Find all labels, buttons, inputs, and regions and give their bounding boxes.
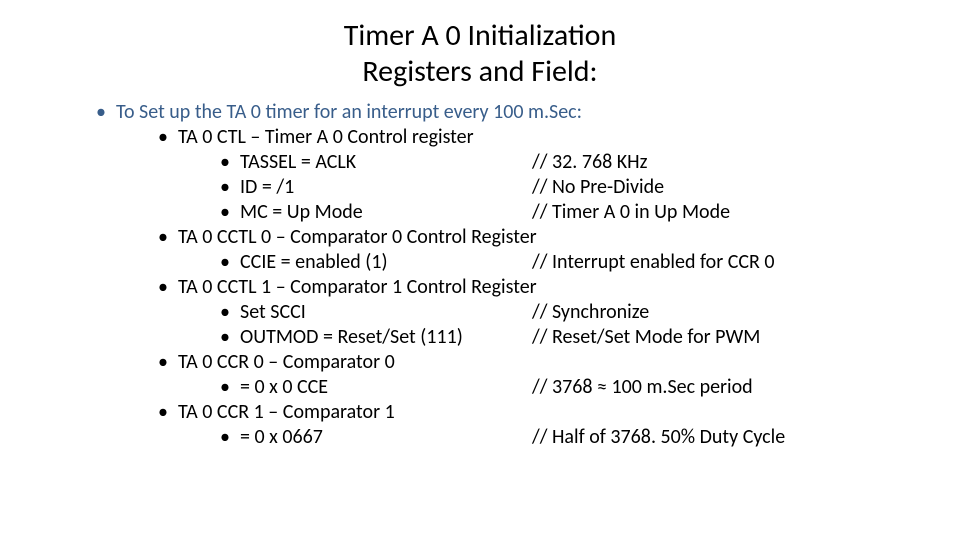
field-comment: // Half of 3768. 50% Duty Cycle bbox=[532, 425, 910, 450]
field-setting: = 0 x 0667 bbox=[240, 425, 532, 450]
field-setting: MC = Up Mode bbox=[240, 200, 532, 225]
field-setting: Set SCCI bbox=[240, 300, 532, 325]
register-item: TA 0 CTL – Timer A 0 Control register TA… bbox=[152, 125, 910, 225]
register-item: TA 0 CCR 1 – Comparator 1 = 0 x 0667 // … bbox=[152, 400, 910, 450]
slide-body: To Set up the TA 0 timer for an interrup… bbox=[0, 96, 960, 450]
register-item: TA 0 CCTL 0 – Comparator 0 Control Regis… bbox=[152, 225, 910, 275]
field-setting: ID = /1 bbox=[240, 175, 532, 200]
register-name: TA 0 CTL – Timer A 0 Control register bbox=[178, 125, 474, 149]
field-setting: = 0 x 0 CCE bbox=[240, 375, 532, 400]
field-comment: // No Pre-Divide bbox=[532, 175, 910, 200]
field-comment: // 3768 ≈ 100 m.Sec period bbox=[532, 375, 910, 400]
field-comment: // Timer A 0 in Up Mode bbox=[532, 200, 910, 225]
bullet-list-level-3: TASSEL = ACLK // 32. 768 KHz ID = /1 // … bbox=[214, 150, 910, 225]
field-comment: // Reset/Set Mode for PWM bbox=[532, 325, 910, 350]
register-name: TA 0 CCR 0 – Comparator 0 bbox=[178, 350, 395, 374]
bullet-list-level-3: CCIE = enabled (1) // Interrupt enabled … bbox=[214, 250, 910, 275]
field-item: = 0 x 0667 // Half of 3768. 50% Duty Cyc… bbox=[214, 425, 910, 450]
register-name: TA 0 CCR 1 – Comparator 1 bbox=[178, 400, 395, 424]
bullet-list-level-1: To Set up the TA 0 timer for an interrup… bbox=[90, 100, 910, 450]
field-item: = 0 x 0 CCE // 3768 ≈ 100 m.Sec period bbox=[214, 375, 910, 400]
title-line-2: Registers and Field: bbox=[0, 54, 960, 90]
bullet-list-level-3: Set SCCI // Synchronize OUTMOD = Reset/S… bbox=[214, 300, 910, 350]
field-comment: // Synchronize bbox=[532, 300, 910, 325]
field-setting: CCIE = enabled (1) bbox=[240, 250, 532, 275]
bullet-list-level-3: = 0 x 0667 // Half of 3768. 50% Duty Cyc… bbox=[214, 425, 910, 450]
field-setting: TASSEL = ACLK bbox=[240, 150, 532, 175]
field-item: ID = /1 // No Pre-Divide bbox=[214, 175, 910, 200]
field-item: CCIE = enabled (1) // Interrupt enabled … bbox=[214, 250, 910, 275]
slide: Timer A 0 Initialization Registers and F… bbox=[0, 0, 960, 540]
field-item: Set SCCI // Synchronize bbox=[214, 300, 910, 325]
field-setting: OUTMOD = Reset/Set (111) bbox=[240, 325, 532, 350]
field-comment: // Interrupt enabled for CCR 0 bbox=[532, 250, 910, 275]
bullet-list-level-2: TA 0 CTL – Timer A 0 Control register TA… bbox=[152, 125, 910, 450]
register-item: TA 0 CCR 0 – Comparator 0 = 0 x 0 CCE //… bbox=[152, 350, 910, 400]
register-item: TA 0 CCTL 1 – Comparator 1 Control Regis… bbox=[152, 275, 910, 350]
bullet-list-level-3: = 0 x 0 CCE // 3768 ≈ 100 m.Sec period bbox=[214, 375, 910, 400]
register-name: TA 0 CCTL 0 – Comparator 0 Control Regis… bbox=[178, 225, 537, 249]
slide-title: Timer A 0 Initialization Registers and F… bbox=[0, 0, 960, 96]
field-item: MC = Up Mode // Timer A 0 in Up Mode bbox=[214, 200, 910, 225]
intro-text: To Set up the TA 0 timer for an interrup… bbox=[116, 100, 582, 124]
field-comment: // 32. 768 KHz bbox=[532, 150, 910, 175]
field-item: TASSEL = ACLK // 32. 768 KHz bbox=[214, 150, 910, 175]
register-name: TA 0 CCTL 1 – Comparator 1 Control Regis… bbox=[178, 275, 537, 299]
intro-bullet: To Set up the TA 0 timer for an interrup… bbox=[90, 100, 910, 450]
field-item: OUTMOD = Reset/Set (111) // Reset/Set Mo… bbox=[214, 325, 910, 350]
title-line-1: Timer A 0 Initialization bbox=[0, 18, 960, 54]
